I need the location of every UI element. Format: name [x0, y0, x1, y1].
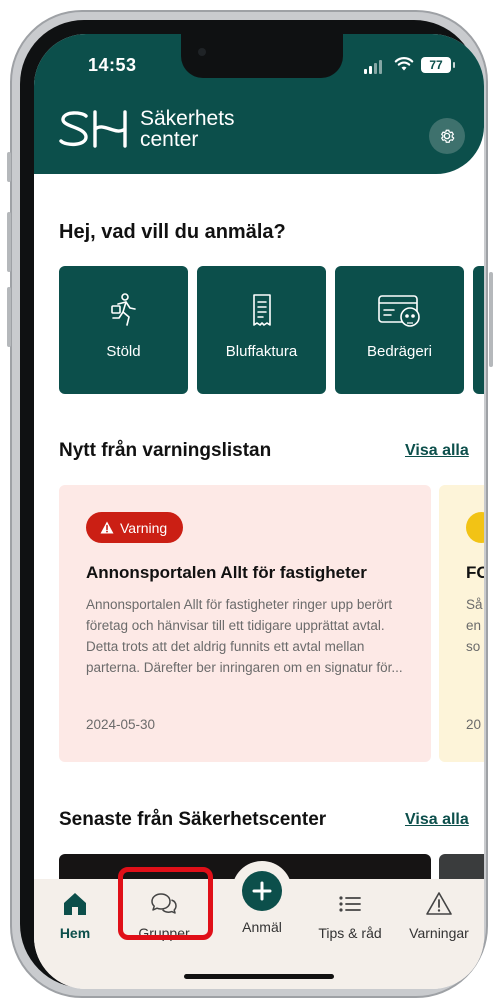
category-bedrageri-card[interactable]: Bedrägeri: [335, 266, 464, 394]
tab-label: Tips & råd: [318, 925, 382, 941]
category-label: Bluffaktura: [225, 343, 298, 360]
warnings-section-title: Nytt från varningslistan: [59, 440, 272, 461]
warning-card-body-line: en: [466, 618, 482, 633]
warning-card-next[interactable]: FO Så en so 20: [439, 485, 484, 762]
grupper-tab-highlight: [118, 867, 213, 940]
latest-see-all-link[interactable]: Visa alla: [405, 811, 469, 829]
gear-icon: [441, 129, 455, 143]
warning-triangle-icon: [100, 521, 114, 534]
caution-badge: [466, 512, 484, 543]
category-bluffaktura-card[interactable]: Bluffaktura: [197, 266, 326, 394]
battery-indicator: 77: [421, 57, 455, 73]
tab-label: Anmäl: [242, 919, 282, 935]
camera-notch: [181, 34, 343, 78]
warning-triangle-icon: [426, 892, 452, 915]
status-bar: 14:53 77: [34, 34, 484, 94]
report-fab-button[interactable]: [242, 871, 282, 911]
brand-name-line2: center: [140, 128, 199, 151]
warning-card-body: Så en so: [466, 594, 483, 657]
app-header: 14:53 77 Säkerhets center: [34, 34, 484, 174]
warning-card-body-line: so: [466, 639, 481, 654]
receipt-icon: [252, 294, 271, 326]
power-button: [489, 272, 493, 367]
category-more-card[interactable]: [473, 266, 484, 394]
volume-down-button: [7, 287, 11, 347]
warning-card[interactable]: Varning Annonsportalen Allt för fastighe…: [59, 485, 431, 762]
status-time: 14:53: [88, 55, 137, 75]
camera-icon: [198, 48, 206, 56]
tab-hem[interactable]: Hem: [34, 879, 120, 941]
sh-logo-mark-icon: [59, 110, 127, 148]
warnings-see-all-link[interactable]: Visa alla: [405, 442, 469, 460]
tab-label: Hem: [59, 925, 91, 941]
home-icon: [64, 893, 86, 915]
category-stold-card[interactable]: Stöld: [59, 266, 188, 394]
tab-label: Varningar: [409, 925, 469, 941]
category-label: Stöld: [106, 343, 141, 360]
card-skull-icon: [377, 295, 420, 327]
brand-logo: Säkerhets center: [58, 108, 235, 150]
tab-tips-rad[interactable]: Tips & råd: [305, 879, 395, 941]
warning-card-title: Annonsportalen Allt för fastigheter: [86, 563, 367, 582]
volume-up-button: [7, 212, 11, 272]
home-indicator[interactable]: [184, 974, 334, 979]
warning-card-date: 20: [466, 717, 482, 732]
mute-switch: [7, 152, 11, 182]
brand-name: Säkerhets center: [140, 108, 235, 150]
category-label: Bedrägeri: [366, 343, 433, 360]
warning-card-title: FO: [466, 563, 484, 582]
wifi-icon: [394, 57, 414, 71]
warning-badge: Varning: [86, 512, 184, 543]
settings-button[interactable]: [429, 118, 465, 154]
warning-card-date: 2024-05-30: [86, 717, 156, 732]
report-prompt-heading: Hej, vad vill du anmäla?: [59, 221, 286, 243]
running-thief-icon: [110, 293, 136, 326]
cellular-signal-icon: [364, 60, 382, 74]
warning-card-body-line: Så: [466, 597, 483, 612]
tab-varningar[interactable]: Varningar: [394, 879, 484, 941]
warning-card-body: Annonsportalen Allt för fastigheter ring…: [86, 597, 403, 675]
app-screen: 14:53 77 Säkerhets center Hej, vad vill …: [34, 34, 484, 989]
latest-section-title: Senaste från Säkerhetscenter: [59, 809, 327, 830]
tab-anmal[interactable]: Anmäl: [217, 919, 307, 935]
report-category-row[interactable]: Stöld Bluffaktura Bedrägeri: [59, 266, 484, 394]
plus-icon: [252, 881, 272, 901]
brand-name-line1: Säkerhets: [140, 107, 235, 130]
list-icon: [339, 896, 361, 912]
warning-badge-label: Varning: [120, 519, 168, 536]
